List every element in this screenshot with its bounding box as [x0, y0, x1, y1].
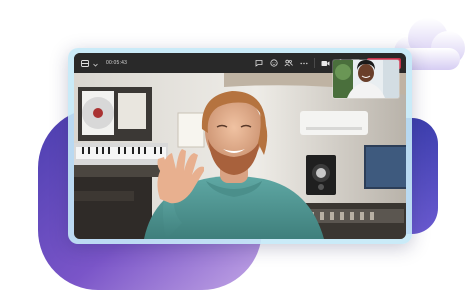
chevron-down-icon[interactable]	[93, 54, 98, 72]
more-icon[interactable]	[296, 53, 311, 73]
self-view-video[interactable]	[332, 59, 400, 99]
camera-icon[interactable]	[318, 53, 333, 73]
meeting-timer: 00:05:43	[106, 60, 128, 66]
layout-icon[interactable]	[81, 54, 89, 72]
participants-icon[interactable]	[281, 53, 296, 73]
chat-icon[interactable]	[251, 53, 266, 73]
react-icon[interactable]	[266, 53, 281, 73]
meeting-window: 00:05:43	[74, 53, 406, 239]
toolbar-divider	[314, 58, 315, 68]
